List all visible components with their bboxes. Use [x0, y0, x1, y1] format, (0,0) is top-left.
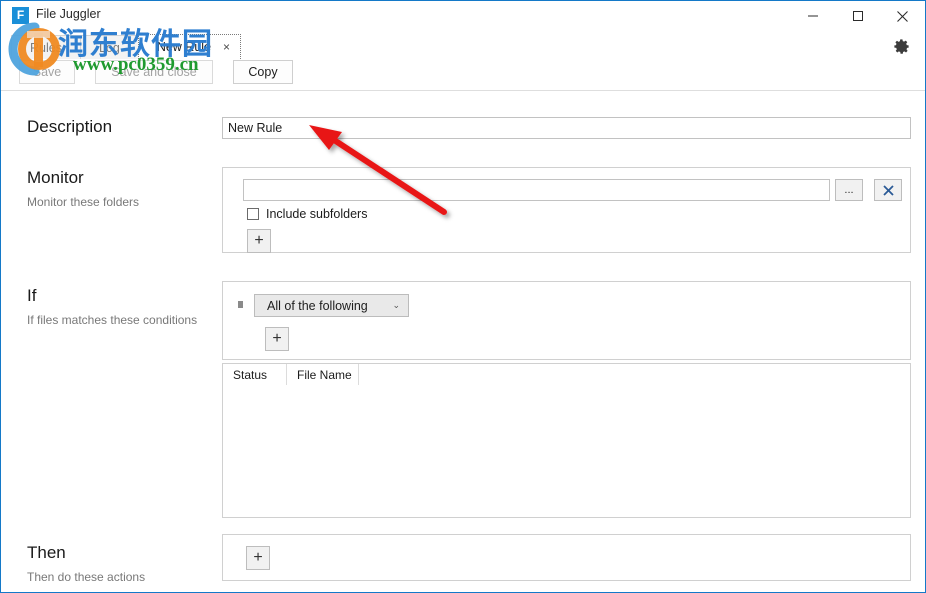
tab-new-rule-label: New Rule — [156, 40, 212, 54]
then-panel: + — [222, 534, 911, 581]
close-icon — [897, 10, 908, 22]
maximize-button[interactable] — [835, 1, 880, 31]
gear-icon — [893, 38, 909, 54]
then-sublabel: Then do these actions — [27, 570, 146, 584]
minimize-button[interactable] — [790, 1, 835, 31]
toolbar: Save Save and close Copy — [1, 59, 925, 91]
monitor-label: Monitor — [27, 168, 84, 187]
minimize-icon — [807, 15, 818, 17]
match-mode-value: All of the following — [267, 298, 368, 313]
maximize-icon — [852, 11, 863, 21]
monitor-add-button[interactable]: + — [247, 229, 271, 253]
monitor-remove-button[interactable] — [874, 179, 902, 201]
if-panel: All of the following ⌄ + — [222, 281, 911, 360]
include-subfolders-row[interactable]: Include subfolders — [247, 207, 367, 221]
match-mode-dropdown[interactable]: All of the following ⌄ — [254, 294, 409, 317]
tab-close-icon[interactable]: × — [223, 41, 230, 53]
if-sublabel: If files matches these conditions — [27, 313, 198, 327]
column-header-file-name[interactable]: File Name — [287, 364, 359, 385]
description-input[interactable] — [222, 117, 911, 139]
monitor-browse-button[interactable]: ... — [835, 179, 863, 201]
chevron-down-icon: ⌄ — [392, 300, 400, 310]
file-list-header: Status File Name — [223, 364, 910, 386]
include-subfolders-label: Include subfolders — [266, 207, 368, 221]
column-header-status[interactable]: Status — [223, 364, 287, 385]
copy-button[interactable]: Copy — [233, 60, 293, 84]
rule-editor-body: Description Monitor Monitor these folder… — [1, 91, 925, 592]
window-controls — [790, 1, 925, 31]
tab-log-label: Log — [98, 40, 120, 55]
tab-rules[interactable]: Rules — [11, 35, 81, 59]
if-add-condition-button[interactable]: + — [265, 327, 289, 351]
close-button[interactable] — [880, 1, 925, 31]
title-bar: F File Juggler — [1, 1, 925, 31]
settings-button[interactable] — [889, 34, 913, 58]
include-subfolders-checkbox[interactable] — [247, 208, 259, 220]
window-title: File Juggler — [36, 7, 101, 21]
application-window: F File Juggler Rules Log New Rule × Save… — [0, 0, 926, 593]
tab-new-rule[interactable]: New Rule × — [137, 34, 242, 59]
description-label: Description — [27, 117, 113, 136]
tab-rules-label: Rules — [30, 40, 62, 55]
then-add-action-button[interactable]: + — [246, 546, 270, 570]
remove-x-icon — [882, 184, 894, 196]
then-label: Then — [27, 543, 66, 562]
column-header-filler — [359, 364, 910, 385]
monitor-panel: ... Include subfolders + — [222, 167, 911, 253]
monitor-folder-input[interactable] — [243, 179, 830, 201]
file-list-panel: Status File Name — [222, 363, 911, 518]
save-button[interactable]: Save — [19, 60, 75, 84]
tab-log[interactable]: Log — [79, 35, 139, 59]
file-list-body[interactable] — [223, 385, 910, 517]
app-icon: F — [12, 7, 29, 24]
monitor-sublabel: Monitor these folders — [27, 195, 140, 209]
if-label: If — [27, 286, 37, 305]
triangle-collapse-icon[interactable] — [238, 301, 243, 308]
tab-strip: Rules Log New Rule × — [11, 34, 242, 59]
save-and-close-button[interactable]: Save and close — [95, 60, 213, 84]
